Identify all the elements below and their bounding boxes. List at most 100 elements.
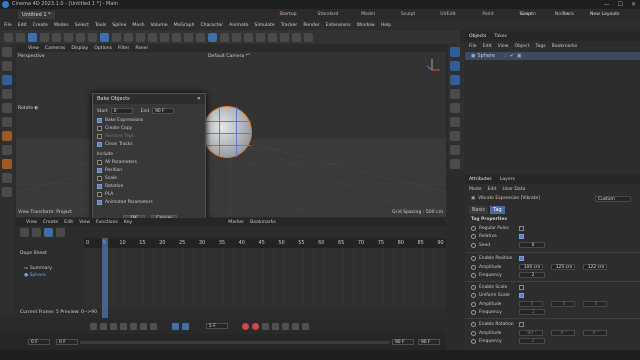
cube-icon[interactable] bbox=[450, 47, 460, 57]
new-layouts-button[interactable]: New Layouts bbox=[590, 11, 620, 19]
render-settings-icon[interactable] bbox=[196, 32, 205, 42]
menu-extensions[interactable]: Extensions bbox=[326, 23, 351, 28]
objects-menu-view[interactable]: View bbox=[498, 44, 509, 49]
text-icon[interactable] bbox=[450, 75, 460, 85]
viewport-menu-view[interactable]: View bbox=[28, 46, 39, 51]
preset-dropdown[interactable]: Custom bbox=[595, 196, 631, 202]
transform-icon[interactable] bbox=[2, 103, 12, 113]
key-tool-icon[interactable] bbox=[20, 227, 29, 237]
regular-pulse-row[interactable]: Regular Pulse bbox=[471, 226, 527, 231]
playhead[interactable] bbox=[102, 238, 108, 328]
menu-create[interactable]: Create bbox=[33, 23, 48, 28]
document-tab[interactable]: Untitled 1 * bbox=[18, 11, 55, 19]
timeline-menu-create[interactable]: Create bbox=[43, 220, 58, 225]
menu-mesh[interactable]: Mesh bbox=[132, 23, 144, 28]
brush-icon[interactable] bbox=[2, 131, 12, 141]
checkbox[interactable] bbox=[97, 160, 102, 165]
keyframe-radio-icon[interactable] bbox=[471, 272, 476, 278]
end-field[interactable]: 90 F bbox=[152, 108, 175, 114]
checkbox[interactable] bbox=[97, 184, 102, 189]
layout-tab-uvedit[interactable]: UVEdit bbox=[428, 11, 468, 19]
amplitude-y-field[interactable]: 125 cm bbox=[551, 264, 575, 270]
visibility-icon[interactable]: ⁝ bbox=[505, 53, 507, 59]
spline-pen-icon[interactable] bbox=[220, 32, 229, 42]
keyframe-radio-icon[interactable] bbox=[471, 322, 476, 327]
field-icon[interactable] bbox=[450, 117, 460, 127]
layout-tab-standard[interactable]: Standard bbox=[308, 11, 348, 19]
objects-menu-edit[interactable]: Edit bbox=[483, 44, 492, 49]
range-slider[interactable] bbox=[80, 341, 390, 344]
timeline-ruler[interactable]: 0 5 10 15 20 25 30 35 40 45 50 55 60 65 … bbox=[84, 238, 446, 248]
polygons-mode-icon[interactable] bbox=[136, 32, 145, 42]
include-row[interactable]: Animated Parameters bbox=[97, 200, 153, 205]
include-row[interactable]: All Parameters bbox=[97, 160, 137, 165]
scene-icon[interactable] bbox=[450, 145, 460, 155]
minimize-button[interactable]: — bbox=[604, 0, 610, 9]
key-param-icon[interactable] bbox=[302, 322, 309, 330]
layout-tab-model[interactable]: Model bbox=[348, 11, 388, 19]
key-tool-icon[interactable] bbox=[44, 227, 53, 237]
checkmark-icon[interactable]: ✔ bbox=[510, 53, 514, 59]
key-tool-icon[interactable] bbox=[32, 227, 41, 237]
menu-spline[interactable]: Spline bbox=[112, 23, 126, 28]
menu-simulate[interactable]: Simulate bbox=[254, 23, 274, 28]
redo-icon[interactable] bbox=[16, 32, 25, 42]
objects-menu-tags[interactable]: Tags bbox=[535, 44, 545, 49]
menu-modes[interactable]: Modes bbox=[54, 23, 69, 28]
knife-icon[interactable] bbox=[2, 145, 12, 155]
menu-tools[interactable]: Tools bbox=[95, 23, 106, 28]
attributes-menu-user-data[interactable]: User Data bbox=[502, 187, 525, 192]
sphere-object[interactable] bbox=[202, 106, 252, 158]
subdivision-icon[interactable] bbox=[232, 32, 241, 42]
axis-x-icon[interactable] bbox=[40, 32, 49, 42]
tab-takes[interactable]: Takes bbox=[494, 34, 507, 39]
next-frame-icon[interactable] bbox=[130, 322, 137, 330]
viewport-menu-panel[interactable]: Panel bbox=[135, 46, 147, 51]
select-live-icon[interactable] bbox=[28, 32, 37, 42]
select-icon[interactable] bbox=[2, 61, 12, 71]
tab-objects[interactable]: Objects bbox=[469, 34, 486, 39]
keyframe-radio-icon[interactable] bbox=[471, 242, 476, 248]
workplane-icon[interactable] bbox=[2, 117, 12, 127]
amplitude-z-field[interactable]: 122 cm bbox=[583, 264, 607, 270]
keyframe-radio-icon[interactable] bbox=[471, 234, 476, 239]
camera-label[interactable]: Default Camera *° bbox=[208, 54, 250, 59]
viewport[interactable]: View Cameras Display Options Filter Pane… bbox=[16, 44, 446, 217]
scale-icon[interactable] bbox=[2, 89, 12, 99]
render-view-icon[interactable] bbox=[172, 32, 181, 42]
keyframe-radio-icon[interactable] bbox=[471, 226, 476, 231]
cloner-icon[interactable] bbox=[244, 32, 253, 42]
keyframe-radio-icon[interactable] bbox=[471, 285, 476, 290]
attributes-menu-edit[interactable]: Edit bbox=[488, 187, 497, 192]
layout-tab-nodes[interactable]: Nodes bbox=[544, 11, 580, 19]
include-row[interactable]: Rotation bbox=[97, 184, 123, 189]
current-frame-field[interactable]: 5 F bbox=[206, 323, 228, 329]
preview-end-field[interactable]: 90 F bbox=[392, 339, 414, 345]
pen-icon[interactable] bbox=[450, 61, 460, 71]
checkbox[interactable] bbox=[97, 142, 102, 147]
objects-menu-bookmarks[interactable]: Bookmarks bbox=[552, 44, 578, 49]
points-mode-icon[interactable] bbox=[112, 32, 121, 42]
key-position-icon[interactable] bbox=[272, 322, 279, 330]
sub-tab-basic[interactable]: Basic bbox=[469, 206, 489, 214]
timeline-menu-view2[interactable]: View bbox=[79, 220, 90, 225]
axis-y-icon[interactable] bbox=[52, 32, 61, 42]
object-mode-icon[interactable] bbox=[100, 32, 109, 42]
model-mode-icon[interactable] bbox=[88, 32, 97, 42]
start-field[interactable]: 0 bbox=[110, 108, 133, 114]
amplitude-x-field[interactable]: 100 cm bbox=[519, 264, 543, 270]
rotate-icon[interactable] bbox=[2, 75, 12, 85]
checkbox[interactable] bbox=[97, 126, 102, 131]
viewport-menu-display[interactable]: Display bbox=[71, 46, 88, 51]
floor-icon[interactable] bbox=[280, 32, 289, 42]
timeline-menu-bookmarks[interactable]: Bookmarks bbox=[250, 220, 276, 225]
goto-end-icon[interactable] bbox=[150, 322, 157, 330]
key-rotation-icon[interactable] bbox=[282, 322, 289, 330]
end-frame-field[interactable]: 90 F bbox=[418, 339, 440, 345]
menu-mograph[interactable]: MoGraph bbox=[174, 23, 195, 28]
menu-file[interactable]: File bbox=[4, 23, 12, 28]
maximize-button[interactable]: ☐ bbox=[618, 0, 623, 9]
objects-menu-object[interactable]: Object bbox=[515, 44, 530, 49]
vibrate-tag-icon[interactable]: ▣ bbox=[517, 53, 522, 59]
checkbox[interactable] bbox=[97, 168, 102, 173]
